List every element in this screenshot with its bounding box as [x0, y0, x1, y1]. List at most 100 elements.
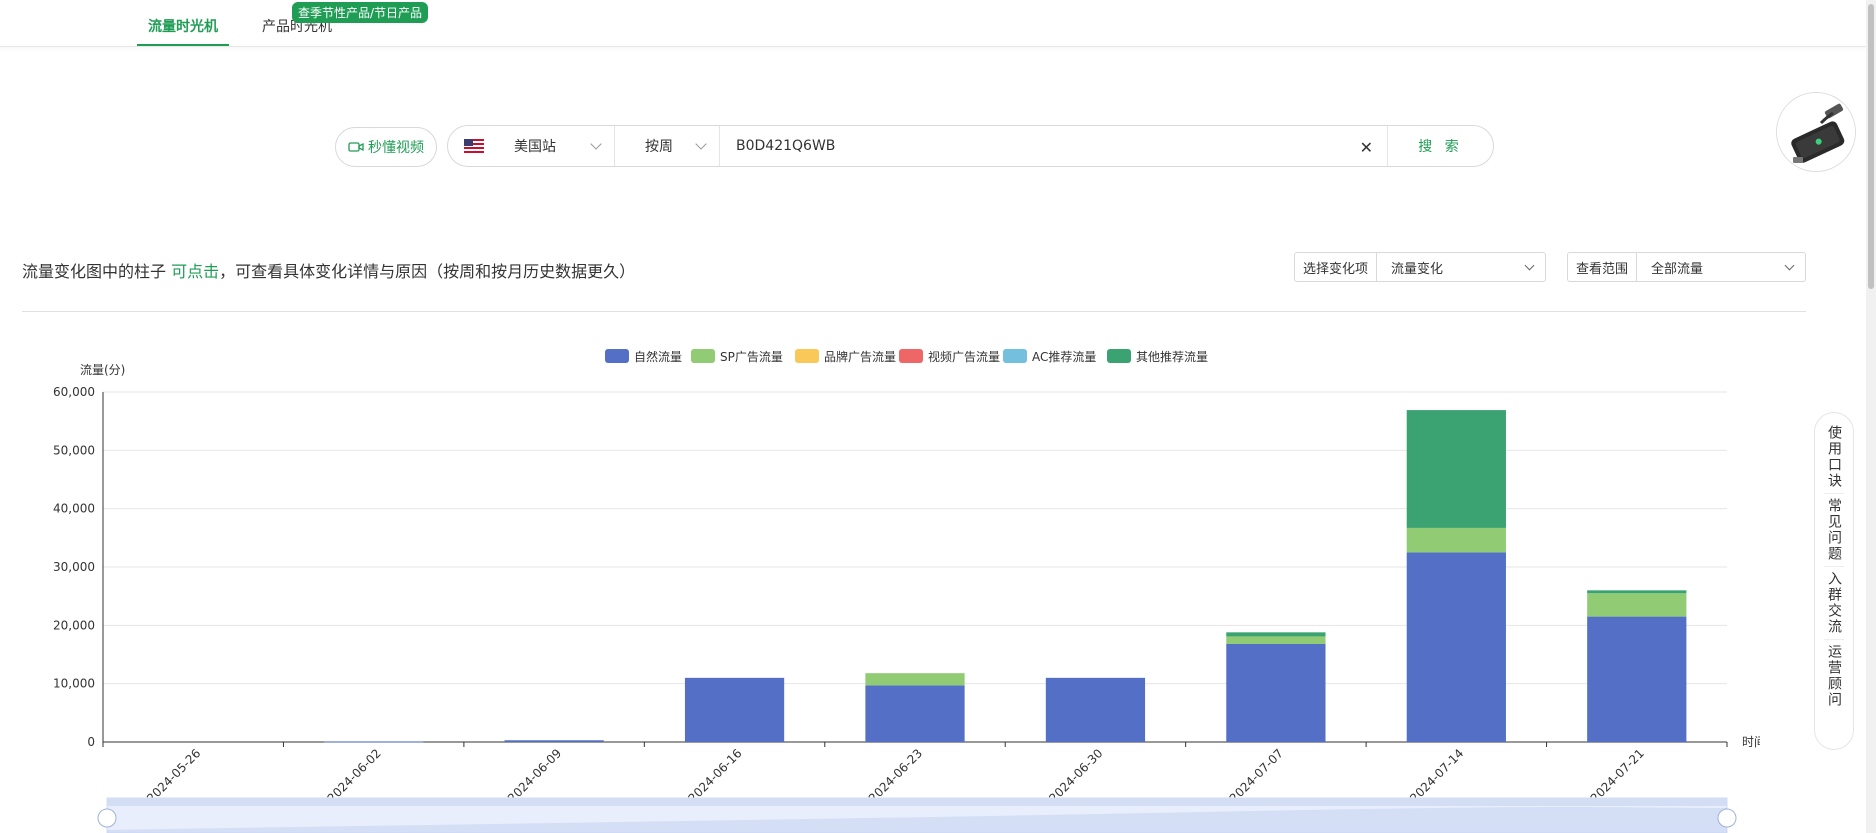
- legend-item[interactable]: 品牌广告流量: [795, 349, 896, 364]
- top-nav: 流量时光机 产品时光机 查季节性产品/节日产品: [0, 0, 1866, 47]
- x-tick-label: 2024-05-26: [144, 746, 203, 805]
- video-button-label: 秒懂视频: [368, 140, 424, 156]
- legend-item[interactable]: 自然流量: [605, 349, 682, 364]
- chart-bars: [324, 410, 1687, 743]
- legend-label: 自然流量: [634, 349, 682, 364]
- change-item-value-text: 流量变化: [1391, 261, 1444, 277]
- tab-traffic-time-machine[interactable]: 流量时光机: [148, 16, 218, 36]
- y-axis-label: 流量(分): [80, 363, 125, 377]
- range-value: 全部流量: [1637, 253, 1805, 281]
- legend-swatch: [899, 349, 923, 363]
- period-select[interactable]: 按周: [615, 126, 720, 166]
- y-tick-label: 20,000: [53, 618, 95, 632]
- legend-swatch: [795, 349, 819, 363]
- bar-segment[interactable]: [1406, 527, 1506, 553]
- legend-swatch: [1003, 349, 1027, 363]
- period-select-value: 按周: [645, 139, 673, 155]
- chart-hint: 流量变化图中的柱子 可点击，可查看具体变化详情与原因（按周和按月历史数据更久）: [22, 258, 635, 282]
- hint-text-1: 流量变化图中的柱子: [22, 262, 172, 281]
- chart-legend: 自然流量 SP广告流量 品牌广告流量 视频广告流量 AC推荐流量 其他推荐流量: [605, 349, 1208, 364]
- side-help-panel: 使用口诀 常见问题 入群交流 运营顾问: [1814, 412, 1854, 750]
- y-tick-label: 60,000: [53, 385, 95, 399]
- us-flag-icon: [464, 139, 484, 153]
- bar-segment[interactable]: [1406, 410, 1506, 528]
- bar-segment[interactable]: [1226, 632, 1326, 637]
- promo-badge[interactable]: 查季节性产品/节日产品: [292, 2, 429, 23]
- video-camera-icon: [348, 142, 364, 152]
- legend-item[interactable]: 其他推荐流量: [1107, 349, 1208, 364]
- bar-segment[interactable]: [1406, 552, 1506, 742]
- side-item-join-group[interactable]: 入群交流: [1824, 567, 1844, 640]
- bar-segment[interactable]: [324, 741, 424, 743]
- x-tick-label: 2024-06-23: [866, 746, 925, 805]
- side-item-faq[interactable]: 常见问题: [1824, 494, 1844, 567]
- legend-label: 品牌广告流量: [824, 350, 896, 364]
- y-tick-label: 30,000: [53, 560, 95, 574]
- bar-segment[interactable]: [1226, 644, 1326, 742]
- y-tick-label: 50,000: [53, 443, 95, 457]
- search-bar: 美国站 按周 B0D421Q6WB ✕ 搜 索: [447, 125, 1494, 167]
- chevron-down-icon: [1784, 260, 1795, 271]
- hint-text-2: ，可查看具体变化详情与原因（按周和按月历史数据更久）: [219, 262, 636, 281]
- zoom-handle-right[interactable]: [1717, 808, 1737, 828]
- bar-segment[interactable]: [1045, 677, 1146, 742]
- chevron-down-icon: [590, 138, 602, 150]
- asin-input-value: B0D421Q6WB: [736, 138, 836, 154]
- active-tab-underline: [137, 44, 229, 46]
- change-item-label: 选择变化项: [1295, 253, 1378, 281]
- legend-swatch: [691, 349, 715, 363]
- bar-segment[interactable]: [1587, 616, 1687, 742]
- legend-swatch: [605, 349, 629, 363]
- site-select[interactable]: 美国站: [448, 126, 615, 166]
- bar-segment[interactable]: [1226, 636, 1326, 644]
- legend-swatch: [1107, 349, 1131, 363]
- product-image: [1777, 93, 1855, 171]
- x-tick-label: 2024-06-09: [505, 746, 564, 805]
- change-item-value: 流量变化: [1377, 253, 1545, 281]
- traffic-chart: 自然流量 SP广告流量 品牌广告流量 视频广告流量 AC推荐流量 其他推荐流量 流量(分)…: [53, 349, 1760, 833]
- bar-segment[interactable]: [1587, 590, 1687, 594]
- bar-segment[interactable]: [684, 677, 785, 742]
- close-icon[interactable]: ✕: [1360, 138, 1373, 157]
- y-tick-label: 0: [87, 735, 95, 749]
- x-tick-label: 2024-06-30: [1046, 746, 1105, 805]
- x-tick-label: 2024-06-02: [325, 746, 384, 805]
- x-tick-label: 2024-06-16: [685, 746, 744, 805]
- x-tick-label: 2024-07-07: [1227, 746, 1286, 805]
- product-thumbnail[interactable]: [1776, 92, 1856, 172]
- range-value-text: 全部流量: [1651, 261, 1704, 277]
- data-zoom-slider[interactable]: [97, 797, 1737, 833]
- x-tick-label: 2024-07-21: [1588, 746, 1647, 805]
- legend-item[interactable]: 视频广告流量: [899, 349, 1000, 364]
- bar-segment[interactable]: [865, 685, 965, 742]
- site-select-value: 美国站: [514, 139, 556, 155]
- bar-segment[interactable]: [1587, 593, 1687, 617]
- side-item-consultant[interactable]: 运营顾问: [1824, 640, 1844, 712]
- legend-label: 其他推荐流量: [1136, 350, 1208, 364]
- range-label: 查看范围: [1568, 253, 1638, 281]
- asin-input[interactable]: B0D421Q6WB ✕: [720, 126, 1388, 166]
- x-axis-ticks: 2024-05-26 2024-06-02 2024-06-09 2024-06-16…: [102, 742, 1728, 805]
- search-button[interactable]: 搜 索: [1388, 126, 1493, 166]
- legend-item[interactable]: SP广告流量: [691, 349, 783, 364]
- side-item-tips[interactable]: 使用口诀: [1824, 421, 1844, 494]
- video-button[interactable]: 秒懂视频: [335, 127, 437, 167]
- x-tick-label: 2024-07-14: [1407, 746, 1466, 805]
- scrollbar-thumb[interactable]: [1868, 4, 1874, 289]
- x-axis-label: 时间: [1742, 735, 1760, 749]
- hint-clickable-text: 可点击: [171, 262, 220, 281]
- bar-segment[interactable]: [865, 673, 965, 686]
- chevron-down-icon: [1524, 260, 1535, 271]
- legend-label: 视频广告流量: [928, 349, 1000, 364]
- change-item-select[interactable]: 选择变化项 流量变化: [1294, 252, 1546, 282]
- range-select[interactable]: 查看范围 全部流量: [1567, 252, 1806, 282]
- legend-item[interactable]: AC推荐流量: [1003, 349, 1096, 364]
- chevron-down-icon: [695, 138, 707, 150]
- legend-label: SP广告流量: [720, 350, 783, 364]
- bar-segment[interactable]: [504, 740, 604, 742]
- zoom-handle-left[interactable]: [97, 808, 117, 828]
- y-tick-label: 10,000: [53, 677, 95, 691]
- divider: [22, 311, 1806, 312]
- legend-label: AC推荐流量: [1032, 350, 1096, 364]
- y-tick-label: 40,000: [53, 502, 95, 516]
